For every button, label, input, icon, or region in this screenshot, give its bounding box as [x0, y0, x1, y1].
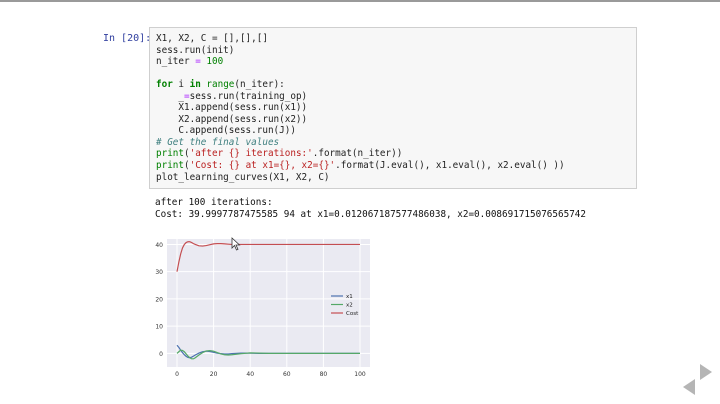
code-line: X2.append(sess.run(x2)) — [156, 114, 307, 125]
code-token: sess.run(training_op) — [189, 90, 308, 102]
code-line: sess.run(init) — [156, 45, 234, 56]
code-token: _ — [156, 90, 184, 102]
legend-label: x1 — [346, 294, 353, 300]
code-line: X1, X2, C = [],[],[] — [156, 33, 268, 44]
cell-prompt: In [20]: — [103, 33, 152, 44]
x-tick-label: 20 — [210, 371, 218, 378]
y-tick-label: 10 — [155, 324, 163, 331]
code-token: print — [156, 160, 184, 172]
learning-curves-chart: 0 10 20 30 40 0 20 40 60 80 100 x1 x2 Cost — [155, 239, 370, 378]
y-tick-label: 0 — [159, 351, 163, 358]
previous-slide-icon[interactable] — [683, 379, 695, 395]
code-token: .format(n_iter)) — [312, 148, 403, 160]
x-tick-label: 80 — [320, 371, 328, 378]
code-token: # Get the final values — [156, 136, 280, 148]
code-token: n_iter — [156, 56, 196, 68]
code-line: plot_learning_curves(X1, X2, C) — [156, 172, 330, 183]
y-tick-label: 20 — [155, 296, 163, 303]
code-token: X1.append(sess.run(x1)) — [156, 102, 308, 114]
x-tick-label: 100 — [354, 371, 366, 378]
mouse-cursor-icon — [231, 237, 241, 251]
next-slide-icon[interactable] — [700, 364, 712, 380]
code-token: 'after {} iterations:' — [189, 148, 313, 160]
code-token: print — [156, 148, 184, 160]
code-line: # Get the final values — [156, 137, 279, 148]
code-token: i — [172, 79, 190, 91]
y-tick-label: 40 — [155, 242, 163, 249]
code-token: range — [206, 79, 235, 91]
x-tick-label: 40 — [246, 371, 254, 378]
code-line: C.append(sess.run(J)) — [156, 125, 296, 136]
code-line: _=sess.run(training_op) — [156, 91, 307, 102]
legend-label: x2 — [346, 303, 353, 309]
code-token: C.append(sess.run(J)) — [156, 125, 296, 137]
top-border — [0, 0, 720, 2]
code-cell[interactable]: X1, X2, C = [],[],[] sess.run(init) n_it… — [149, 27, 637, 189]
code-token: in — [189, 79, 201, 91]
code-token: (n_iter): — [234, 79, 285, 91]
x-tick-label: 60 — [283, 371, 291, 378]
code-token: for — [156, 79, 173, 91]
code-line: n_iter = 100 — [156, 56, 223, 67]
code-token: X2.append(sess.run(x2)) — [156, 113, 308, 125]
y-tick-label: 30 — [155, 269, 163, 276]
code-line: print('after {} iterations:'.format(n_it… — [156, 148, 402, 159]
code-token: sess.run(init) — [156, 44, 235, 56]
cell-output: after 100 iterations: Cost: 39.999778747… — [155, 197, 586, 220]
plot-area — [167, 239, 370, 367]
code-line: for i in range(n_iter): — [156, 79, 285, 90]
code-token: plot_learning_curves(X1, X2, C) — [156, 171, 330, 183]
x-tick-label: 0 — [175, 371, 179, 378]
code-token: X1, X2, C = [],[],[] — [156, 33, 268, 44]
code-line: print('Cost: {} at x1={}, x2={}'.format(… — [156, 160, 565, 171]
output-line: Cost: 39.9997787475585 94 at x1=0.012067… — [155, 208, 586, 220]
code-token: 100 — [206, 56, 224, 68]
code-editor[interactable]: X1, X2, C = [],[],[] sess.run(init) n_it… — [156, 33, 565, 183]
code-token: 'Cost: {} at x1={}, x2={}' — [189, 160, 336, 172]
code-line: X1.append(sess.run(x1)) — [156, 102, 307, 113]
code-token: .format(J.eval(), x1.eval(), x2.eval() )… — [335, 160, 565, 172]
output-line: after 100 iterations: — [155, 197, 273, 208]
legend-label: Cost — [346, 311, 359, 317]
